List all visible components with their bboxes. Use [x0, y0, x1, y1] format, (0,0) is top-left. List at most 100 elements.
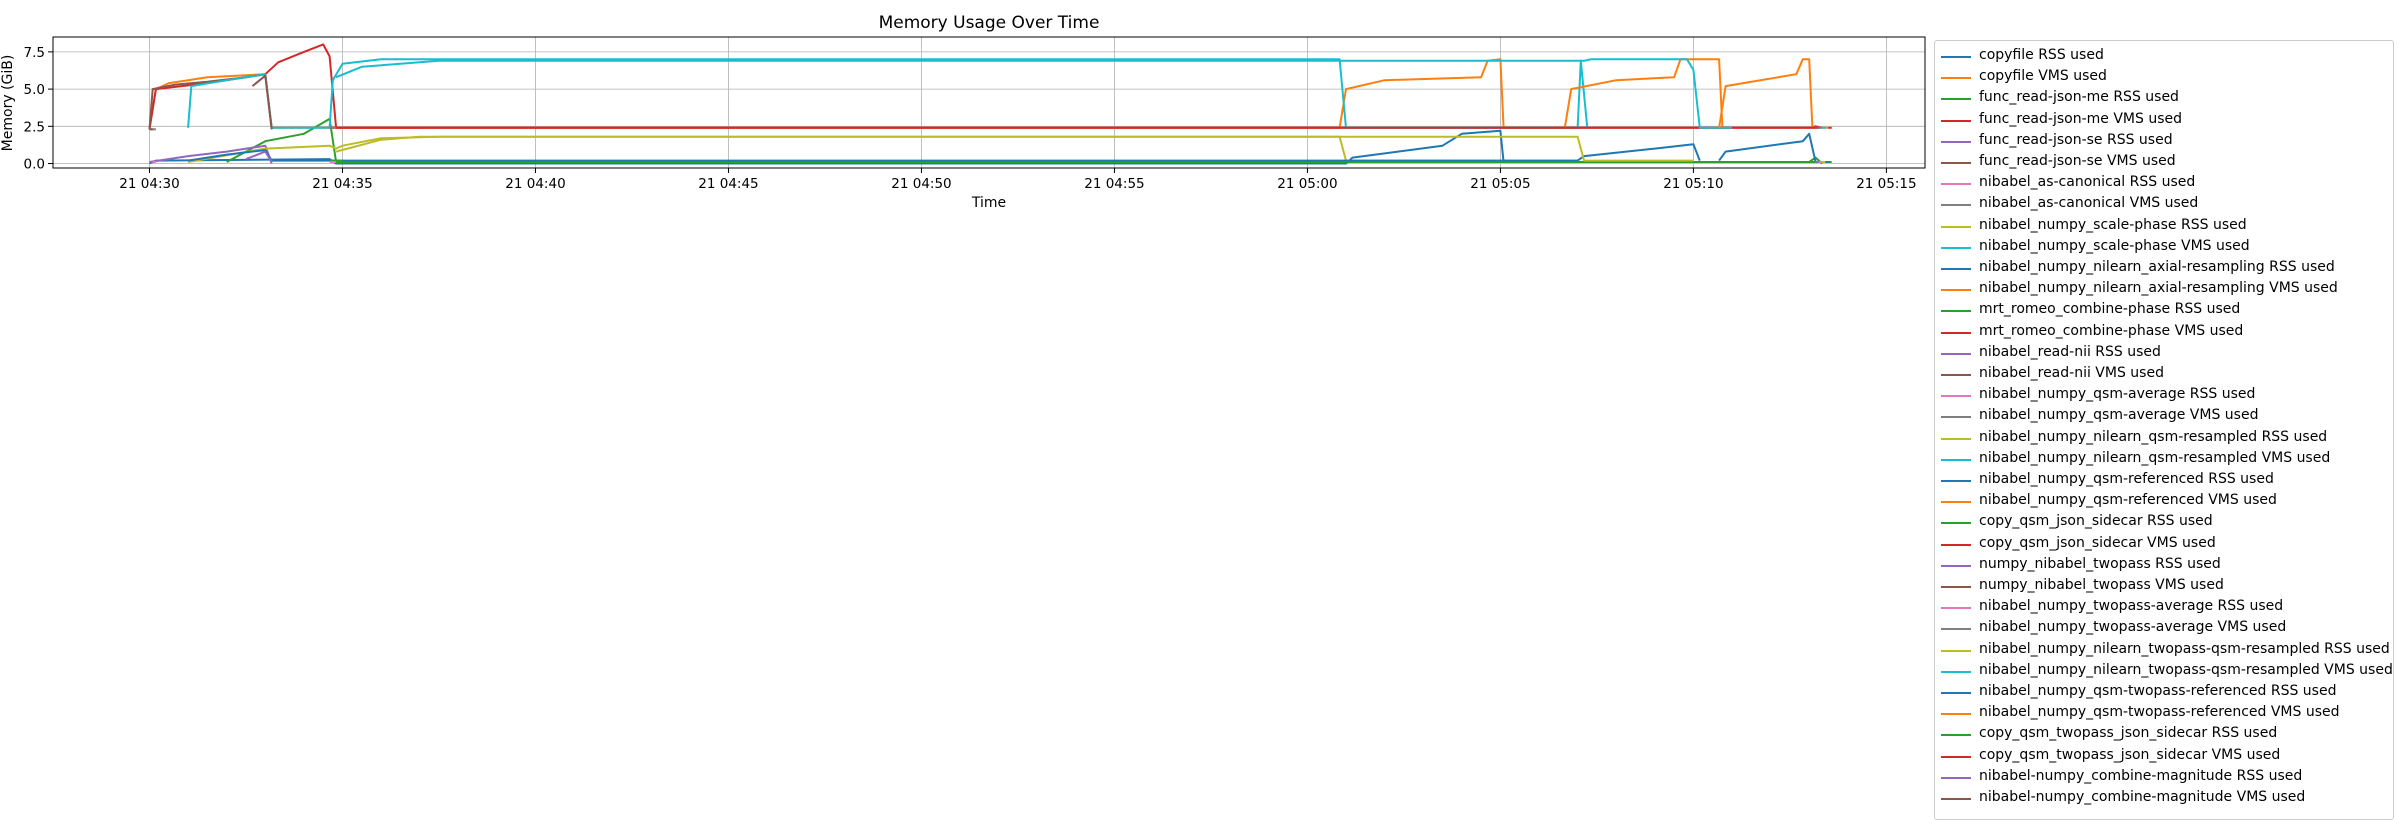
- legend-label: copy_qsm_twopass_json_sidecar VMS used: [1979, 746, 2281, 763]
- legend-item: nibabel_numpy_nilearn_axial-resampling V…: [1935, 278, 2395, 298]
- legend-swatch: [1941, 649, 1971, 652]
- x-tick-label: 21 04:30: [119, 176, 179, 192]
- legend-swatch: [1941, 56, 1971, 58]
- legend-item: func_read-json-me VMS used: [1935, 109, 2395, 129]
- legend-item: nibabel_numpy_qsm-referenced VMS used: [1935, 490, 2395, 510]
- legend-label: nibabel_numpy_qsm-twopass-referenced RSS…: [1979, 683, 2337, 699]
- legend: copyfile RSS used copyfile VMS used func_r…: [1934, 40, 2394, 820]
- x-tick-label: 21 05:15: [1856, 176, 1916, 192]
- legend-item: copy_qsm_json_sidecar VMS used: [1935, 533, 2395, 553]
- legend-item: copyfile VMS used: [1935, 66, 2395, 86]
- x-tick-label: 21 04:50: [891, 176, 951, 192]
- legend-item: func_read-json-se VMS used: [1935, 151, 2395, 171]
- legend-item: nibabel_numpy_nilearn_qsm-resampled VMS …: [1935, 448, 2395, 468]
- legend-swatch: [1941, 183, 1971, 186]
- legend-label: nibabel_numpy_nilearn_twopass-qsm-resamp…: [1979, 640, 2390, 657]
- legend-item: nibabel_numpy_scale-phase RSS used: [1935, 215, 2395, 235]
- legend-swatch: [1941, 607, 1971, 610]
- legend-swatch: [1941, 395, 1971, 398]
- legend-label: numpy_nibabel_twopass VMS used: [1979, 577, 2224, 593]
- legend-swatch: [1941, 374, 1971, 376]
- legend-swatch: [1941, 204, 1971, 207]
- legend-label: nibabel_numpy_twopass-average RSS used: [1979, 598, 2284, 615]
- legend-item: func_read-json-me RSS used: [1935, 87, 2395, 107]
- legend-label: copy_qsm_json_sidecar VMS used: [1979, 534, 2216, 551]
- legend-swatch: [1941, 140, 1971, 143]
- legend-swatch: [1941, 564, 1971, 567]
- legend-label: nibabel-numpy_combine-magnitude RSS used: [1979, 767, 2303, 784]
- legend-swatch: [1941, 268, 1971, 270]
- x-tick-label: 21 04:55: [1084, 176, 1144, 192]
- x-tick-label: 21 04:35: [312, 176, 372, 192]
- series-line: [187, 143, 1701, 162]
- legend-label: copyfile VMS used: [1979, 68, 2107, 85]
- legend-label: copyfile RSS used: [1979, 47, 2104, 63]
- legend-swatch: [1941, 522, 1971, 525]
- x-tick-label: 21 05:00: [1277, 176, 1337, 192]
- series-line: [335, 135, 1694, 162]
- legend-item: nibabel-numpy_combine-magnitude RSS used: [1935, 766, 2395, 786]
- legend-label: nibabel_read-nii VMS used: [1979, 365, 2164, 381]
- legend-swatch: [1941, 692, 1971, 694]
- legend-label: nibabel_numpy_nilearn_twopass-qsm-resamp…: [1979, 661, 2393, 678]
- x-tick-label: 21 05:10: [1663, 176, 1723, 192]
- axis-ticks: 21 04:30 21 04:35 21 04:40 21 04:45 21 04:50…: [24, 45, 1917, 192]
- legend-label: copy_qsm_json_sidecar RSS used: [1979, 513, 2213, 530]
- series-line: [1718, 132, 1817, 163]
- legend-label: nibabel_numpy_scale-phase VMS used: [1979, 237, 2250, 254]
- legend-swatch: [1941, 331, 1971, 334]
- x-axis-label: Time: [971, 195, 1006, 211]
- legend-item: numpy_nibabel_twopass RSS used: [1935, 554, 2395, 574]
- legend-label: nibabel_numpy_nilearn_qsm-resampled VMS …: [1979, 449, 2331, 466]
- series-line: [1563, 58, 1732, 129]
- series-lines: [148, 43, 1832, 165]
- legend-label: copy_qsm_twopass_json_sidecar RSS used: [1979, 725, 2278, 742]
- legend-item: nibabel_numpy_qsm-referenced RSS used: [1935, 469, 2395, 489]
- legend-item: numpy_nibabel_twopass VMS used: [1935, 575, 2395, 595]
- series-line: [251, 74, 273, 130]
- legend-swatch: [1941, 416, 1971, 419]
- legend-item: nibabel_numpy_twopass-average RSS used: [1935, 596, 2395, 616]
- legend-item: nibabel_numpy_nilearn_twopass-qsm-resamp…: [1935, 660, 2395, 680]
- legend-label: mrt_romeo_combine-phase VMS used: [1979, 322, 2244, 339]
- legend-label: nibabel_numpy_qsm-referenced RSS used: [1979, 471, 2274, 487]
- series-line: [187, 135, 1578, 163]
- legend-item: nibabel_numpy_nilearn_axial-resampling R…: [1935, 257, 2395, 277]
- y-tick-label: 7.5: [24, 45, 45, 61]
- legend-swatch: [1941, 77, 1971, 80]
- legend-swatch: [1941, 162, 1971, 164]
- legend-item: nibabel_read-nii VMS used: [1935, 363, 2395, 383]
- legend-item: copyfile RSS used: [1935, 45, 2395, 65]
- legend-label: nibabel_numpy_scale-phase RSS used: [1979, 216, 2247, 233]
- legend-swatch: [1941, 437, 1971, 440]
- legend-label: mrt_romeo_combine-phase RSS used: [1979, 301, 2241, 318]
- legend-item: nibabel_numpy_nilearn_qsm-resampled RSS …: [1935, 427, 2395, 447]
- legend-label: nibabel_as-canonical VMS used: [1979, 195, 2199, 212]
- legend-item: nibabel_numpy_twopass-average VMS used: [1935, 617, 2395, 637]
- x-tick-label: 21 05:05: [1470, 176, 1530, 192]
- legend-label: nibabel_numpy_qsm-twopass-referenced VMS…: [1979, 704, 2340, 721]
- legend-swatch: [1941, 734, 1971, 737]
- legend-label: numpy_nibabel_twopass RSS used: [1979, 555, 2221, 572]
- legend-swatch: [1941, 98, 1971, 101]
- legend-label: nibabel_numpy_qsm-average VMS used: [1979, 407, 2259, 424]
- legend-swatch: [1941, 543, 1971, 546]
- legend-label: nibabel_numpy_nilearn_qsm-resampled RSS …: [1979, 428, 2328, 445]
- legend-swatch: [1941, 458, 1971, 461]
- series-line: [1718, 58, 1823, 129]
- legend-item: nibabel-numpy_combine-magnitude VMS used: [1935, 787, 2395, 807]
- legend-swatch: [1941, 225, 1971, 228]
- legend-item: mrt_romeo_combine-phase RSS used: [1935, 299, 2395, 319]
- legend-item: nibabel_numpy_qsm-twopass-referenced RSS…: [1935, 681, 2395, 701]
- legend-item: copy_qsm_twopass_json_sidecar VMS used: [1935, 745, 2395, 765]
- y-axis-label: Memory (GiB): [0, 55, 16, 152]
- legend-item: nibabel_read-nii RSS used: [1935, 342, 2395, 362]
- legend-item: func_read-json-se RSS used: [1935, 130, 2395, 150]
- legend-label: nibabel_numpy_nilearn_axial-resampling V…: [1979, 280, 2338, 297]
- legend-item: nibabel_numpy_qsm-average RSS used: [1935, 384, 2395, 404]
- x-tick-label: 21 04:45: [698, 176, 758, 192]
- legend-item: nibabel_as-canonical RSS used: [1935, 172, 2395, 192]
- legend-label: nibabel_numpy_qsm-referenced VMS used: [1979, 492, 2277, 509]
- legend-label: nibabel-numpy_combine-magnitude VMS used: [1979, 789, 2306, 805]
- legend-label: nibabel_numpy_nilearn_axial-resampling R…: [1979, 259, 2335, 275]
